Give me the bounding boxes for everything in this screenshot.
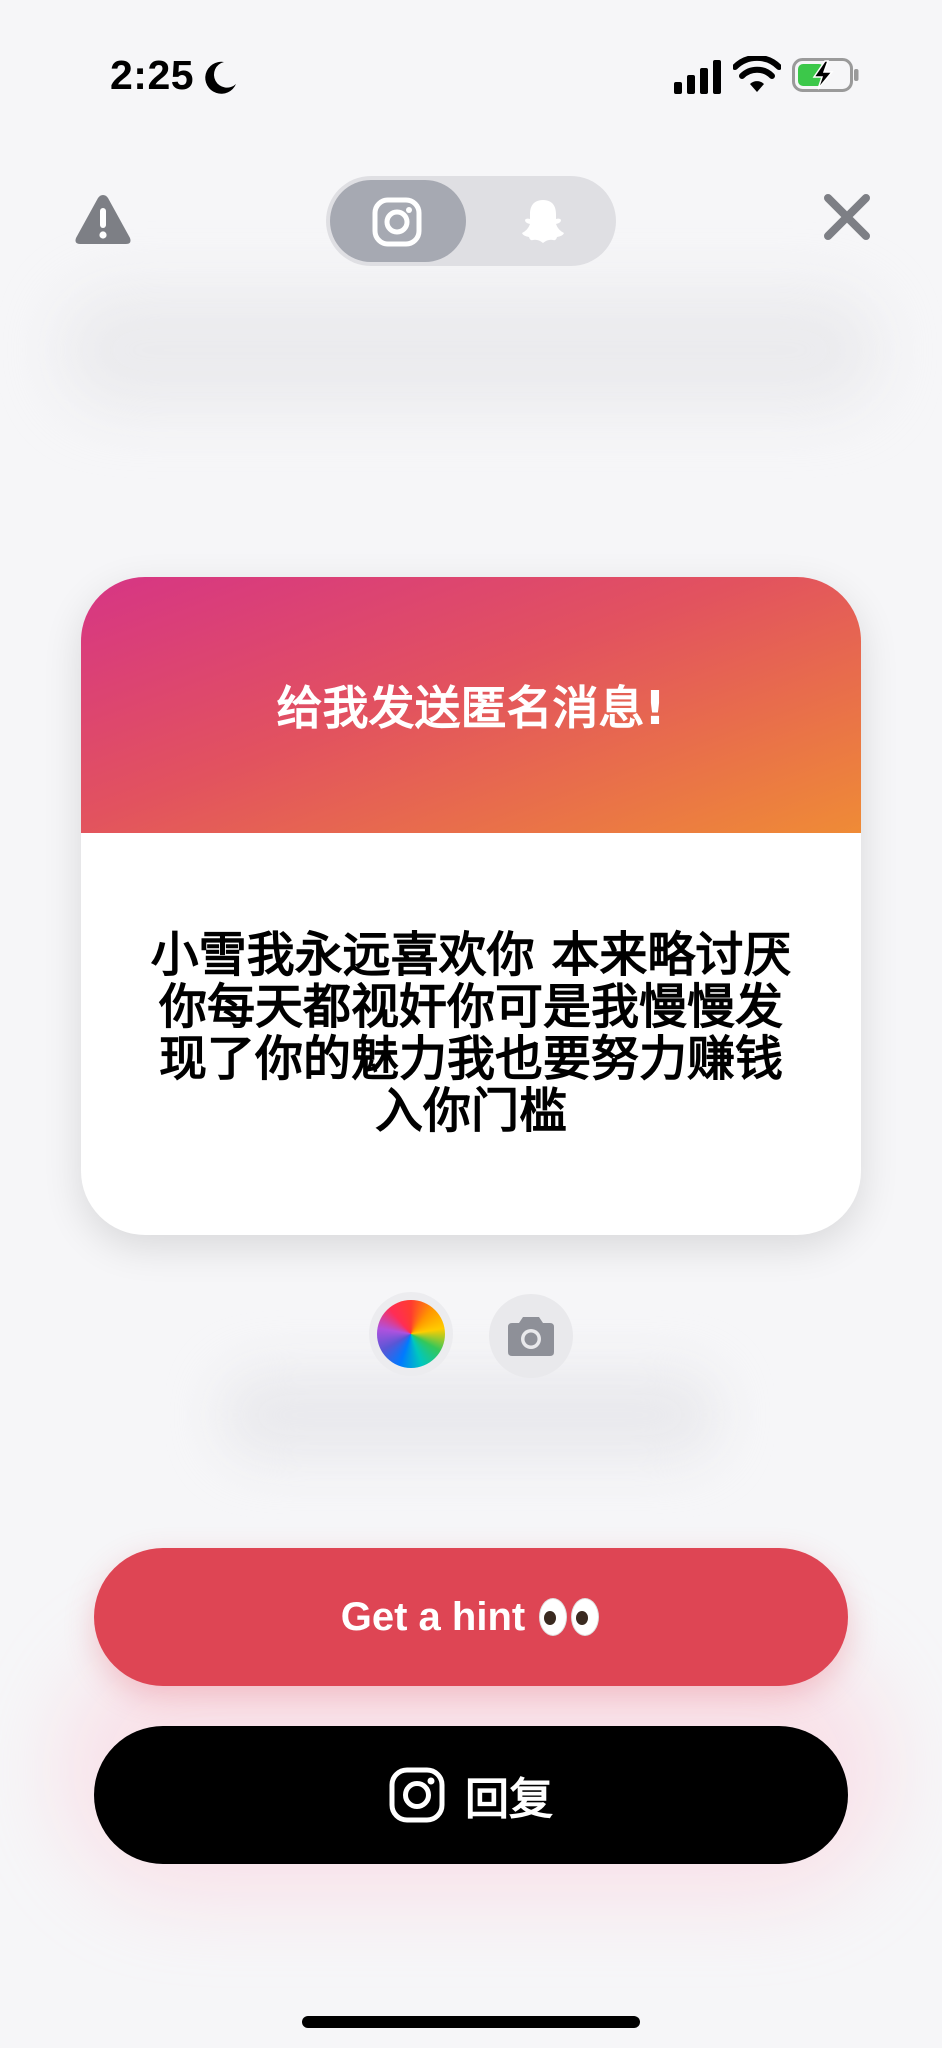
card-body: 小雪我永远喜欢你 本来略讨厌你每天都视奸你可是我慢慢发现了你的魅力我也要努力赚钱… [81, 833, 861, 1235]
get-hint-button[interactable]: Get a hint [94, 1548, 848, 1686]
home-indicator[interactable] [302, 2016, 640, 2028]
camera-icon[interactable] [507, 1313, 555, 1357]
get-hint-label: Get a hint [340, 1594, 526, 1639]
instagram-icon [389, 1767, 445, 1823]
card-title: 给我发送匿名消息! [276, 681, 666, 735]
signal-icon [674, 60, 721, 94]
status-time: 2:25 [110, 52, 195, 98]
instagram-icon[interactable] [372, 197, 422, 247]
message-card: 给我发送匿名消息! 小雪我永远喜欢你 本来略讨厌你每天都视奸你可是我慢慢发现了你… [81, 577, 861, 1235]
wifi-icon [733, 56, 781, 92]
background-glow-top [60, 290, 880, 410]
eyes-icon [537, 1598, 601, 1636]
snapchat-icon[interactable] [518, 196, 568, 246]
moon-icon [205, 61, 236, 94]
warning-icon[interactable] [74, 192, 132, 246]
color-wheel-icon[interactable] [377, 1300, 445, 1368]
reply-button[interactable]: 回复 [94, 1726, 848, 1864]
card-message: 小雪我永远喜欢你 本来略讨厌你每天都视奸你可是我慢慢发现了你的魅力我也要努力赚钱… [150, 927, 792, 1139]
background-glow-middle [220, 1370, 720, 1460]
reply-label: 回复 [465, 1774, 553, 1825]
close-icon[interactable] [822, 192, 872, 242]
battery-charging-icon [792, 58, 859, 92]
